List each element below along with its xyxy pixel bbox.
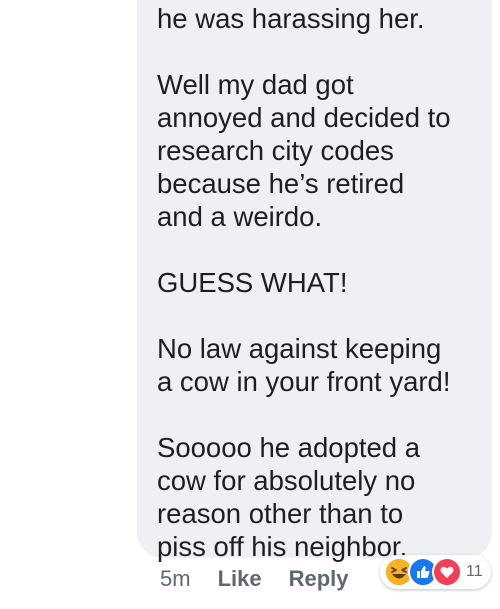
comment-actions: 5m Like Reply — [160, 566, 376, 592]
comment-paragraph: Well my dad got annoyed and decided to r… — [157, 69, 451, 232]
like-button[interactable]: Like — [218, 566, 262, 592]
reactions-summary[interactable]: 11 — [380, 555, 491, 589]
comment-paragraph: he was harassing her. — [157, 3, 425, 34]
comment-paragraph: Sooooo he adopted a cow for absolutely n… — [157, 432, 421, 562]
love-icon — [432, 557, 462, 587]
reply-button[interactable]: Reply — [289, 566, 349, 592]
comment-paragraph: GUESS WHAT! — [157, 267, 348, 298]
reaction-count: 11 — [466, 563, 483, 580]
comment-bubble: he was harassing her. Well my dad got an… — [137, 0, 492, 562]
comment-timestamp[interactable]: 5m — [160, 566, 191, 592]
comment-paragraph: No law against keeping a cow in your fro… — [157, 333, 451, 397]
